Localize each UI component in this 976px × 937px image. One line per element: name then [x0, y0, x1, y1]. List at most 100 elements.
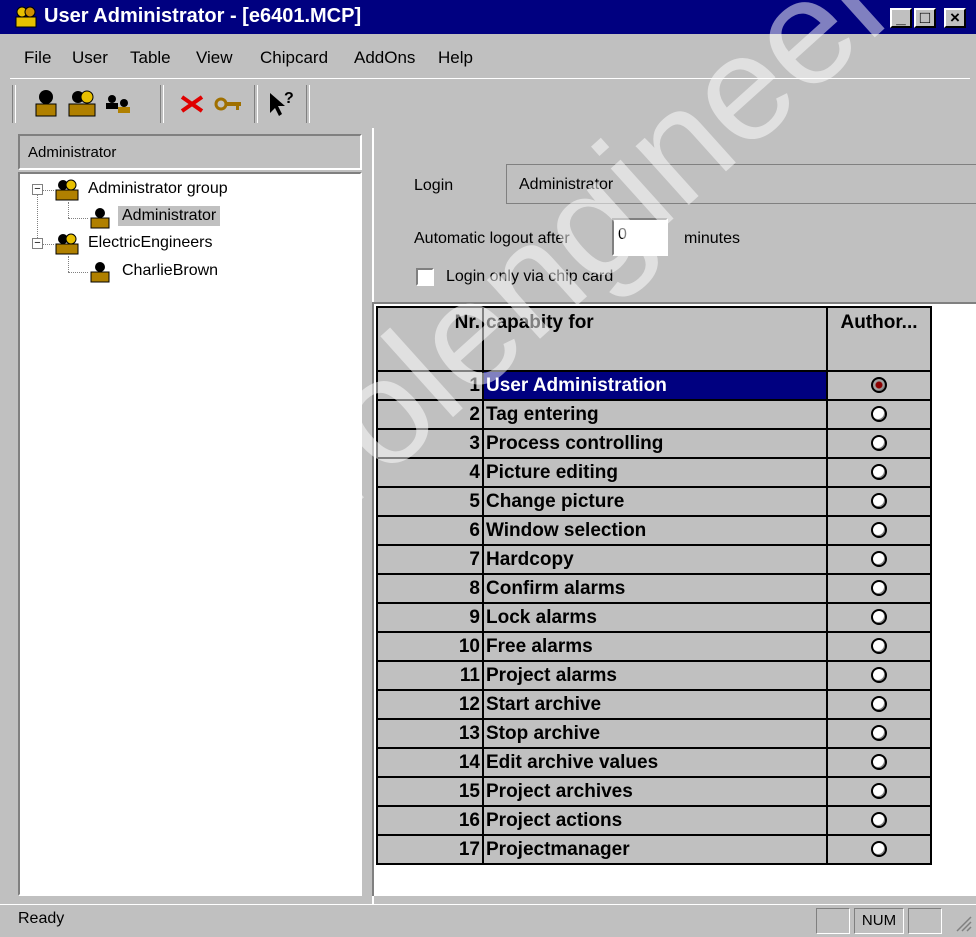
- capability-cell[interactable]: Stop archive: [482, 718, 828, 749]
- capability-cell[interactable]: Hardcopy: [482, 544, 828, 575]
- table-row[interactable]: 2 Tag entering: [376, 399, 932, 430]
- tree-item-electricengineers[interactable]: ElectricEngineers: [88, 234, 213, 252]
- authorization-cell[interactable]: [826, 515, 932, 546]
- authorization-cell[interactable]: [826, 689, 932, 720]
- minimize-button[interactable]: _: [890, 8, 912, 28]
- authorization-radio[interactable]: [871, 667, 887, 684]
- capability-cell[interactable]: Project archives: [482, 776, 828, 807]
- authorization-radio[interactable]: [871, 435, 887, 452]
- menu-table[interactable]: Table: [130, 48, 171, 68]
- help-pointer-icon[interactable]: ?: [266, 87, 298, 121]
- row-number-cell[interactable]: 2: [376, 399, 484, 430]
- table-row[interactable]: 12 Start archive: [376, 689, 932, 720]
- maximize-button[interactable]: □: [914, 8, 936, 28]
- row-number-cell[interactable]: 16: [376, 805, 484, 836]
- authorization-radio[interactable]: [871, 493, 887, 510]
- new-user-icon[interactable]: [30, 87, 62, 121]
- authorization-cell[interactable]: [826, 631, 932, 662]
- table-row[interactable]: 10 Free alarms: [376, 631, 932, 662]
- authorization-radio[interactable]: [871, 754, 887, 771]
- authorization-radio[interactable]: [871, 841, 887, 858]
- authorization-radio[interactable]: [871, 406, 887, 423]
- collapse-toggle[interactable]: −: [32, 238, 43, 249]
- authorization-radio[interactable]: [871, 377, 887, 394]
- column-header-nr[interactable]: Nr.: [376, 306, 484, 372]
- table-row[interactable]: 15 Project archives: [376, 776, 932, 807]
- table-row[interactable]: 16 Project actions: [376, 805, 932, 836]
- menu-chipcard[interactable]: Chipcard: [260, 48, 328, 68]
- authorization-cell[interactable]: [826, 573, 932, 604]
- authorization-cell[interactable]: [826, 805, 932, 836]
- capability-cell[interactable]: Lock alarms: [482, 602, 828, 633]
- capability-cell[interactable]: Picture editing: [482, 457, 828, 488]
- authorization-cell[interactable]: [826, 776, 932, 807]
- tree-item-administrator[interactable]: Administrator: [118, 206, 221, 226]
- tree-item-charliebrown[interactable]: CharlieBrown: [122, 262, 218, 280]
- table-row[interactable]: 6 Window selection: [376, 515, 932, 546]
- authorization-cell[interactable]: [826, 747, 932, 778]
- delete-icon[interactable]: [176, 87, 208, 121]
- table-row[interactable]: 7 Hardcopy: [376, 544, 932, 575]
- menu-help[interactable]: Help: [438, 48, 473, 68]
- authorization-cell[interactable]: [826, 486, 932, 517]
- user-tree[interactable]: − Administrator group Administrator − El…: [18, 172, 362, 896]
- capability-cell[interactable]: Confirm alarms: [482, 573, 828, 604]
- menu-user[interactable]: User: [72, 48, 108, 68]
- authorization-cell[interactable]: [826, 428, 932, 459]
- table-row[interactable]: 14 Edit archive values: [376, 747, 932, 778]
- capability-cell[interactable]: Tag entering: [482, 399, 828, 430]
- authorization-cell[interactable]: [826, 602, 932, 633]
- row-number-cell[interactable]: 3: [376, 428, 484, 459]
- authorization-radio[interactable]: [871, 812, 887, 829]
- chipcard-checkbox[interactable]: [416, 268, 434, 286]
- table-row[interactable]: 4 Picture editing: [376, 457, 932, 488]
- authorization-cell[interactable]: [826, 660, 932, 691]
- menu-addons[interactable]: AddOns: [354, 48, 415, 68]
- logout-minutes-input[interactable]: 0: [612, 218, 668, 256]
- row-number-cell[interactable]: 8: [376, 573, 484, 604]
- capability-cell[interactable]: Project actions: [482, 805, 828, 836]
- capability-cell[interactable]: Window selection: [482, 515, 828, 546]
- row-number-cell[interactable]: 17: [376, 834, 484, 865]
- row-number-cell[interactable]: 5: [376, 486, 484, 517]
- row-number-cell[interactable]: 1: [376, 370, 484, 401]
- authorization-radio[interactable]: [871, 725, 887, 742]
- authorization-radio[interactable]: [871, 609, 887, 626]
- menu-file[interactable]: File: [24, 48, 51, 68]
- authorization-radio[interactable]: [871, 783, 887, 800]
- capability-cell[interactable]: Process controlling: [482, 428, 828, 459]
- row-number-cell[interactable]: 15: [376, 776, 484, 807]
- row-number-cell[interactable]: 9: [376, 602, 484, 633]
- row-number-cell[interactable]: 4: [376, 457, 484, 488]
- authorization-cell[interactable]: [826, 399, 932, 430]
- capability-cell[interactable]: Projectmanager: [482, 834, 828, 865]
- close-button[interactable]: ×: [944, 8, 966, 28]
- table-row[interactable]: 11 Project alarms: [376, 660, 932, 691]
- authorization-radio[interactable]: [871, 638, 887, 655]
- authorization-cell[interactable]: [826, 544, 932, 575]
- row-number-cell[interactable]: 12: [376, 689, 484, 720]
- resize-grip-icon[interactable]: [952, 912, 972, 932]
- table-row[interactable]: 17 Projectmanager: [376, 834, 932, 865]
- authorization-cell[interactable]: [826, 718, 932, 749]
- row-number-cell[interactable]: 13: [376, 718, 484, 749]
- user-properties-icon[interactable]: [102, 87, 134, 121]
- capability-cell[interactable]: Edit archive values: [482, 747, 828, 778]
- authorization-cell[interactable]: [826, 370, 932, 401]
- authorization-radio[interactable]: [871, 580, 887, 597]
- row-number-cell[interactable]: 10: [376, 631, 484, 662]
- authorization-radio[interactable]: [871, 522, 887, 539]
- capability-cell[interactable]: Change picture: [482, 486, 828, 517]
- row-number-cell[interactable]: 11: [376, 660, 484, 691]
- menu-view[interactable]: View: [196, 48, 233, 68]
- login-field[interactable]: Administrator: [506, 164, 976, 204]
- capability-cell[interactable]: Free alarms: [482, 631, 828, 662]
- table-row[interactable]: 9 Lock alarms: [376, 602, 932, 633]
- table-row[interactable]: 8 Confirm alarms: [376, 573, 932, 604]
- new-group-icon[interactable]: [66, 87, 98, 121]
- key-icon[interactable]: [212, 87, 244, 121]
- column-header-authorization[interactable]: Author...: [826, 306, 932, 372]
- tree-item-administrator-group[interactable]: Administrator group: [88, 180, 228, 198]
- capability-cell[interactable]: User Administration: [482, 370, 828, 401]
- table-row[interactable]: 3 Process controlling: [376, 428, 932, 459]
